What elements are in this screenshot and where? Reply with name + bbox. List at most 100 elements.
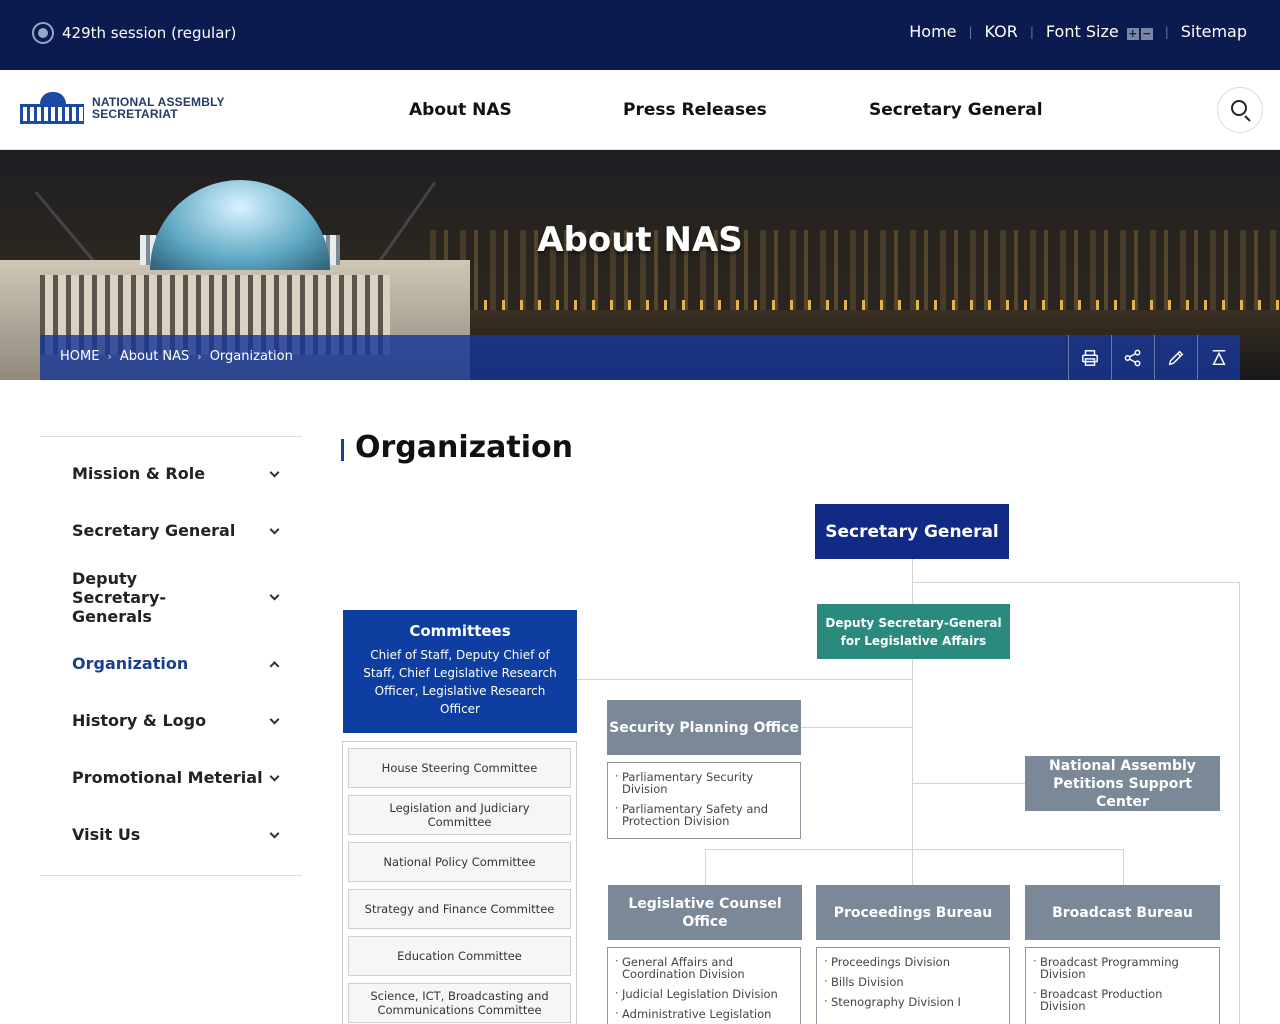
arrow-up-icon xyxy=(1212,349,1226,365)
org-secretary-general[interactable]: Secretary General xyxy=(815,504,1009,559)
committee-item[interactable]: National Policy Committee xyxy=(348,842,571,882)
committees-title: Committees xyxy=(409,622,511,640)
chevron-down-icon xyxy=(269,524,280,535)
division-item[interactable]: Stenography Division I xyxy=(824,995,999,1008)
connector-line xyxy=(1239,582,1240,1024)
font-size-label: Font Size xyxy=(1045,22,1119,41)
connector-line xyxy=(913,582,1240,583)
chevron-down-icon xyxy=(269,467,280,478)
nav-about-nas[interactable]: About NAS xyxy=(409,100,512,120)
share-button[interactable] xyxy=(1111,335,1154,380)
pencil-icon xyxy=(1168,350,1184,365)
sidebar-item-mission-role[interactable]: Mission & Role xyxy=(40,445,302,502)
city-lights-image xyxy=(430,300,1280,310)
org-petitions-support-center[interactable]: National Assembly Petitions Support Cent… xyxy=(1025,756,1220,811)
sidebar-item-label: Deputy Secretary-Generals xyxy=(72,568,167,626)
division-item[interactable]: Parliamentary Security Division xyxy=(615,770,790,795)
sidebar-item-secretary-general[interactable]: Secretary General xyxy=(40,502,302,559)
chevron-down-icon xyxy=(269,714,280,725)
breadcrumb: HOME › About NAS › Organization xyxy=(60,349,293,364)
logo-line-2: SECRETARIAT xyxy=(92,107,178,121)
divider: | xyxy=(968,24,973,39)
divider: | xyxy=(1164,24,1169,39)
hero-title: About NAS xyxy=(537,220,743,260)
committee-item[interactable]: Education Committee xyxy=(348,936,571,976)
sidebar-item-label: Mission & Role xyxy=(72,464,206,483)
assembly-building-logo-icon xyxy=(20,90,84,126)
assembly-emblem-icon xyxy=(32,22,54,44)
chevron-down-icon xyxy=(269,590,280,601)
org-proceedings-bureau[interactable]: Proceedings Bureau xyxy=(816,885,1010,940)
committee-item[interactable]: Legislation and Judiciary Committee xyxy=(348,795,571,835)
edit-button[interactable] xyxy=(1154,335,1197,380)
sitemap-link[interactable]: Sitemap xyxy=(1181,22,1247,41)
font-size-controls: + − xyxy=(1125,22,1153,41)
sidebar-item-label: Organization xyxy=(72,654,189,673)
site-logo[interactable]: NATIONAL ASSEMBLY SECRETARIAT xyxy=(20,90,225,126)
division-item[interactable]: Broadcast Programming Division xyxy=(1033,955,1209,980)
sidebar-item-label: Promotional Meterial xyxy=(72,768,263,787)
font-decrease-button[interactable]: − xyxy=(1140,28,1153,40)
search-button[interactable] xyxy=(1217,87,1263,133)
sidebar-item-label: Secretary General xyxy=(72,521,236,540)
org-security-planning-office[interactable]: Security Planning Office xyxy=(607,700,801,755)
breadcrumb-bar: HOME › About NAS › Organization xyxy=(40,335,1240,380)
scroll-top-button[interactable] xyxy=(1197,335,1240,380)
division-item[interactable]: Administrative Legislation xyxy=(615,1007,790,1020)
chevron-right-icon: › xyxy=(197,350,202,363)
connector-line xyxy=(705,849,1124,850)
site-header: NATIONAL ASSEMBLY SECRETARIAT About NAS … xyxy=(0,70,1280,150)
sidebar-item-label: Visit Us xyxy=(72,825,141,844)
sidebar-item-visit-us[interactable]: Visit Us xyxy=(40,806,302,863)
division-item[interactable]: General Affairs and Coordination Divisio… xyxy=(615,955,790,980)
connector-line xyxy=(577,679,912,680)
home-link[interactable]: Home xyxy=(909,22,956,41)
breadcrumb-home[interactable]: HOME xyxy=(60,349,99,364)
sidebar-item-history-logo[interactable]: History & Logo xyxy=(40,692,302,749)
chevron-right-icon: › xyxy=(107,350,112,363)
division-item[interactable]: Parliamentary Safety and Protection Divi… xyxy=(615,802,790,827)
org-broadcast-bureau[interactable]: Broadcast Bureau xyxy=(1025,885,1220,940)
connector-line xyxy=(801,727,912,728)
breadcrumb-current: Organization xyxy=(209,349,293,364)
print-button[interactable] xyxy=(1068,335,1111,380)
connector-line xyxy=(705,849,706,885)
division-item[interactable]: Proceedings Division xyxy=(824,955,999,968)
committees-description: Chief of Staff, Deputy Chief of Staff, C… xyxy=(363,648,557,716)
committee-item[interactable]: Strategy and Finance Committee xyxy=(348,889,571,929)
page-title: Organization xyxy=(341,430,573,465)
nav-secretary-general[interactable]: Secretary General xyxy=(869,100,1043,120)
committee-item[interactable]: Science, ICT, Broadcasting and Communica… xyxy=(348,983,571,1023)
share-icon xyxy=(1124,349,1141,366)
language-link[interactable]: KOR xyxy=(985,22,1018,41)
page-tools xyxy=(1068,335,1240,380)
division-item[interactable]: Judicial Legislation Division xyxy=(615,987,790,1000)
security-division-list: Parliamentary Security Division Parliame… xyxy=(607,762,801,839)
logo-text: NATIONAL ASSEMBLY SECRETARIAT xyxy=(92,96,225,120)
committee-item[interactable]: House Steering Committee xyxy=(348,748,571,788)
division-item[interactable]: Broadcast Production Division xyxy=(1033,987,1209,1012)
chevron-down-icon xyxy=(269,771,280,782)
sidebar-item-promotional-material[interactable]: Promotional Meterial xyxy=(40,749,302,806)
proceedings-division-list: Proceedings Division Bills Division Sten… xyxy=(816,947,1010,1024)
committee-list: House Steering Committee Legislation and… xyxy=(342,741,577,1024)
sidebar-item-label: History & Logo xyxy=(72,711,207,730)
division-item[interactable]: Bills Division xyxy=(824,975,999,988)
breadcrumb-about[interactable]: About NAS xyxy=(120,349,189,364)
broadcast-division-list: Broadcast Programming Division Broadcast… xyxy=(1025,947,1220,1024)
top-utility-bar: 429th session (regular) Home | KOR | Fon… xyxy=(0,0,1280,70)
session-info: 429th session (regular) xyxy=(32,22,236,44)
legislative-division-list: General Affairs and Coordination Divisio… xyxy=(607,947,801,1024)
sidebar-menu: Mission & Role Secretary General Deputy … xyxy=(40,436,302,876)
nav-press-releases[interactable]: Press Releases xyxy=(623,100,767,120)
org-committees[interactable]: Committees Chief of Staff, Deputy Chief … xyxy=(343,610,577,733)
org-legislative-counsel-office[interactable]: Legislative Counsel Office xyxy=(608,885,802,940)
org-deputy-secretary-general[interactable]: Deputy Secretary-General for Legislative… xyxy=(817,604,1010,659)
chevron-up-icon xyxy=(269,660,280,671)
utility-links: Home | KOR | Font Size + − | Sitemap xyxy=(909,22,1247,41)
print-icon xyxy=(1082,349,1098,366)
font-increase-button[interactable]: + xyxy=(1126,28,1139,40)
sidebar-item-deputy-secretary-generals[interactable]: Deputy Secretary-Generals xyxy=(40,559,302,635)
connector-line xyxy=(913,783,1025,784)
sidebar-item-organization[interactable]: Organization xyxy=(40,635,302,692)
